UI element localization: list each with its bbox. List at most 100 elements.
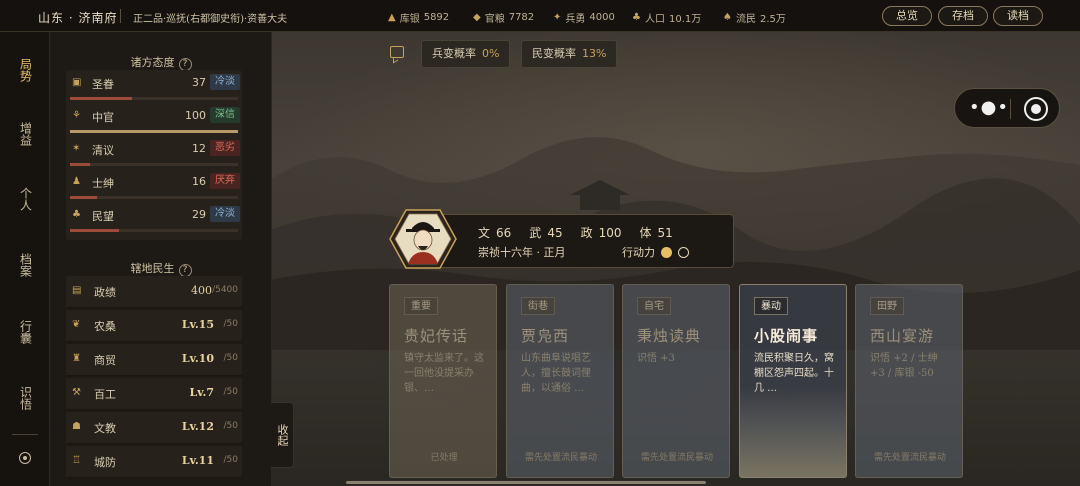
- attitude-value: 37: [192, 76, 206, 89]
- collapse-panel-button[interactable]: 收起: [271, 402, 294, 468]
- attitude-value: 12: [192, 142, 206, 155]
- status-panel: 诸方态度? ▣ 圣眷 37 冷淡 ⚘ 中官 100 深信 ✶ 清议 12 恶劣 …: [50, 32, 272, 486]
- attitude-name: 清议: [92, 144, 114, 157]
- target-icon[interactable]: [19, 452, 31, 464]
- attitude-tag: 深信: [210, 107, 240, 123]
- governance-row[interactable]: ❦ 农桑 Lv.15 /50: [66, 310, 242, 342]
- stat-label: 兵勇: [565, 14, 586, 25]
- attitude-name: 中官: [92, 111, 114, 124]
- stat-value: 7782: [508, 12, 535, 23]
- overview-button[interactable]: 总览: [882, 6, 932, 26]
- rank-label: 正二品·巡抚(右都御史衔)·资善大夫: [133, 14, 288, 25]
- governance-max: /50: [223, 421, 238, 431]
- action-label: 行动力: [622, 246, 655, 259]
- governance-value: Lv.10: [181, 352, 214, 365]
- attitude-value: 100: [185, 109, 206, 122]
- divider: [120, 9, 121, 23]
- governance-value: 400: [191, 284, 212, 297]
- governance-name: 文教: [94, 422, 116, 435]
- governance-row[interactable]: ♖ 城防 Lv.11 /50: [66, 446, 242, 478]
- load-button[interactable]: 读档: [993, 6, 1043, 26]
- governance-value: Lv.12: [181, 420, 214, 433]
- attitude-row[interactable]: ♟ 士绅 16 厌弃: [66, 173, 242, 207]
- stat-label: 官粮: [484, 14, 505, 25]
- event-card[interactable]: 街巷 贾凫西 山东曲阜说唱艺人，擅长鼓词俚曲，以通俗 … 需先处置流民暴动: [506, 284, 614, 478]
- event-desc: 镇守太监来了。这一回他没提采办银、…: [404, 353, 484, 394]
- chip-value: 0%: [482, 47, 500, 60]
- event-status: 已处理: [430, 453, 458, 463]
- event-title: 秉烛读典: [637, 327, 702, 345]
- stat-label: 库银: [399, 14, 420, 25]
- stat-population: ♣ 人口 10.1万: [632, 10, 701, 25]
- attitude-row[interactable]: ✶ 清议 12 恶劣: [66, 140, 242, 174]
- save-button[interactable]: 存档: [938, 6, 988, 26]
- event-card[interactable]: 田野 西山宴游 识悟 +2 / 士绅 +3 / 库银 -50 需先处置流民暴动: [855, 284, 963, 478]
- attitude-tag: 冷淡: [210, 74, 240, 90]
- attitude-name: 士绅: [92, 177, 114, 190]
- location-label: 山东 · 济南府: [38, 11, 118, 25]
- governance-row[interactable]: ☗ 文教 Lv.12 /50: [66, 412, 242, 444]
- stat-value: 5892: [423, 12, 450, 23]
- mini-program-capsule: •●•: [954, 88, 1060, 128]
- chip-value: 13%: [582, 47, 607, 60]
- action-point-filled: [661, 246, 672, 258]
- attitudes-list: ▣ 圣眷 37 冷淡 ⚘ 中官 100 深信 ✶ 清议 12 恶劣 ♟ 士绅 1…: [66, 70, 242, 240]
- event-status: 需先处置流民暴动: [873, 453, 946, 463]
- event-status: 需先处置流民暴动: [640, 453, 713, 463]
- governance-value: Lv.11: [181, 454, 214, 467]
- horizontal-scrollbar[interactable]: [346, 481, 706, 484]
- attitude-value: 29: [192, 208, 206, 221]
- governance-name: 百工: [94, 388, 116, 401]
- attitude-row[interactable]: ♣ 民望 29 冷淡: [66, 206, 242, 240]
- side-nav: 局势 增益 个人 档案 行囊 识悟: [0, 32, 50, 486]
- action-point-empty: [678, 246, 689, 258]
- event-desc: 识悟 +3: [637, 353, 675, 364]
- attitude-tag: 厌弃: [210, 173, 240, 189]
- scholar-icon: ✶: [72, 143, 81, 154]
- attitude-value: 16: [192, 175, 206, 188]
- attitude-bar: [70, 163, 238, 166]
- event-title: 小股闹事: [754, 327, 819, 345]
- nav-inventory[interactable]: 行囊: [0, 314, 50, 350]
- stat-grain: ◆ 官粮 7782: [473, 10, 534, 25]
- governance-row[interactable]: ♜ 商贸 Lv.10 /50: [66, 344, 242, 376]
- more-icon[interactable]: •●•: [969, 97, 1009, 118]
- nav-personal[interactable]: 个人: [0, 181, 50, 217]
- stat-value: 2.5万: [759, 14, 786, 25]
- divider: [1010, 99, 1011, 119]
- event-tag: 田野: [870, 297, 904, 315]
- event-tag: 暴动: [754, 297, 788, 315]
- governance-max: /5400: [212, 285, 238, 295]
- attitude-tag: 冷淡: [210, 206, 240, 222]
- stat-value: 4000: [589, 12, 615, 23]
- attitude-row[interactable]: ⚘ 中官 100 深信: [66, 107, 242, 141]
- attitude-bar: [70, 196, 238, 199]
- chat-icon[interactable]: [390, 46, 404, 58]
- stat-soldiers: ✦ 兵勇 4000: [553, 10, 615, 25]
- nav-buffs[interactable]: 增益: [0, 116, 50, 152]
- event-card-active[interactable]: 暴动 小股闹事 流民积聚日久，窝棚区怨声四起。十几 …: [739, 284, 847, 478]
- event-illustration: [740, 387, 846, 477]
- nav-situation[interactable]: 局势: [0, 52, 50, 88]
- event-card[interactable]: 自宅 秉烛读典 识悟 +3 需先处置流民暴动: [622, 284, 730, 478]
- close-target-icon[interactable]: [1024, 97, 1048, 121]
- top-bar: 山东 · 济南府 正二品·巡抚(右都御史衔)·资善大夫 ▲ 库银 5892 ◆ …: [0, 0, 1080, 32]
- emperor-icon: ▣: [72, 77, 82, 88]
- mutiny-chance-chip: 兵变概率 0%: [421, 40, 511, 68]
- nav-insight[interactable]: 识悟: [0, 380, 50, 416]
- attr-wen: 文 66: [478, 226, 512, 240]
- attitudes-title: 诸方态度: [130, 56, 175, 69]
- event-title: 西山宴游: [870, 327, 935, 345]
- attitude-bar: [70, 97, 238, 100]
- stat-label: 流民: [735, 14, 756, 25]
- attitude-row[interactable]: ▣ 圣眷 37 冷淡: [66, 74, 242, 108]
- event-tag: 重要: [404, 297, 438, 315]
- governance-row[interactable]: ▤ 政绩 400 /5400: [66, 276, 242, 308]
- character-portrait[interactable]: [388, 208, 458, 270]
- farm-icon: ❦: [72, 319, 81, 330]
- event-card[interactable]: 重要 贵妃传话 镇守太监来了。这一回他没提采办银、… 已处理: [389, 284, 497, 478]
- revolt-chance-chip: 民变概率 13%: [521, 40, 618, 68]
- event-title: 贾凫西: [521, 327, 570, 345]
- governance-row[interactable]: ⚒ 百工 Lv.7 /50: [66, 378, 242, 410]
- nav-archive[interactable]: 档案: [0, 247, 50, 283]
